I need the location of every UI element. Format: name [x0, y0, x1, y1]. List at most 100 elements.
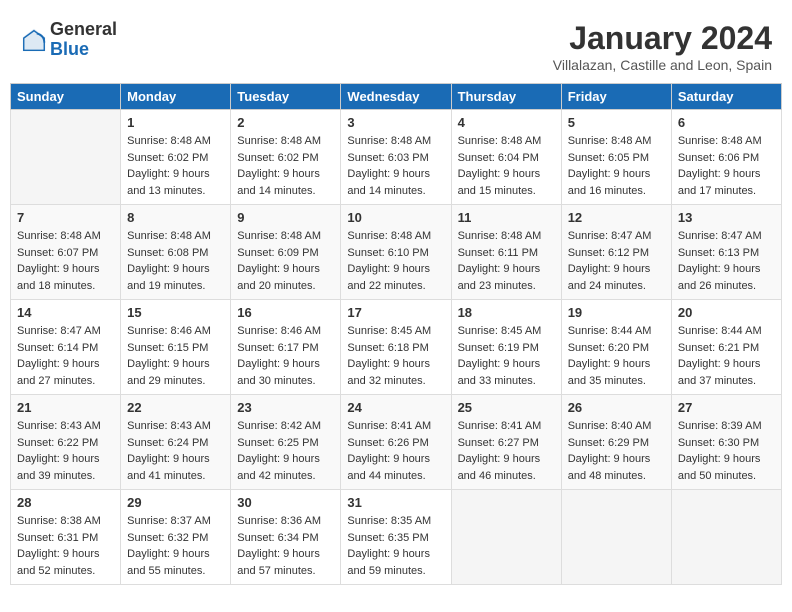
- day-number: 4: [458, 115, 555, 130]
- sunset-text: Sunset: 6:08 PM: [127, 247, 208, 259]
- calendar-cell: 20 Sunrise: 8:44 AM Sunset: 6:21 PM Dayl…: [671, 300, 781, 395]
- day-info: Sunrise: 8:39 AM Sunset: 6:30 PM Dayligh…: [678, 418, 775, 484]
- daylight-text: Daylight: 9 hours and 32 minutes.: [347, 358, 430, 387]
- daylight-text: Daylight: 9 hours and 33 minutes.: [458, 358, 541, 387]
- day-number: 25: [458, 400, 555, 415]
- location-title: Villalazan, Castille and Leon, Spain: [553, 57, 772, 73]
- sunrise-text: Sunrise: 8:47 AM: [678, 230, 762, 242]
- calendar-cell: 18 Sunrise: 8:45 AM Sunset: 6:19 PM Dayl…: [451, 300, 561, 395]
- day-info: Sunrise: 8:48 AM Sunset: 6:07 PM Dayligh…: [17, 228, 114, 294]
- day-number: 28: [17, 495, 114, 510]
- calendar-cell: 10 Sunrise: 8:48 AM Sunset: 6:10 PM Dayl…: [341, 205, 451, 300]
- sunset-text: Sunset: 6:07 PM: [17, 247, 98, 259]
- logo-icon: [20, 26, 48, 54]
- calendar-cell: 17 Sunrise: 8:45 AM Sunset: 6:18 PM Dayl…: [341, 300, 451, 395]
- day-info: Sunrise: 8:48 AM Sunset: 6:09 PM Dayligh…: [237, 228, 334, 294]
- daylight-text: Daylight: 9 hours and 55 minutes.: [127, 548, 210, 577]
- calendar-cell: 4 Sunrise: 8:48 AM Sunset: 6:04 PM Dayli…: [451, 110, 561, 205]
- day-number: 2: [237, 115, 334, 130]
- sunset-text: Sunset: 6:32 PM: [127, 532, 208, 544]
- sunset-text: Sunset: 6:12 PM: [568, 247, 649, 259]
- sunset-text: Sunset: 6:30 PM: [678, 437, 759, 449]
- daylight-text: Daylight: 9 hours and 19 minutes.: [127, 263, 210, 292]
- daylight-text: Daylight: 9 hours and 57 minutes.: [237, 548, 320, 577]
- day-number: 9: [237, 210, 334, 225]
- daylight-text: Daylight: 9 hours and 50 minutes.: [678, 453, 761, 482]
- sunset-text: Sunset: 6:26 PM: [347, 437, 428, 449]
- calendar-cell: [671, 490, 781, 585]
- sunset-text: Sunset: 6:21 PM: [678, 342, 759, 354]
- calendar-cell: 14 Sunrise: 8:47 AM Sunset: 6:14 PM Dayl…: [11, 300, 121, 395]
- sunrise-text: Sunrise: 8:41 AM: [347, 420, 431, 432]
- sunrise-text: Sunrise: 8:44 AM: [678, 325, 762, 337]
- sunrise-text: Sunrise: 8:48 AM: [458, 135, 542, 147]
- sunrise-text: Sunrise: 8:48 AM: [237, 230, 321, 242]
- daylight-text: Daylight: 9 hours and 44 minutes.: [347, 453, 430, 482]
- day-number: 11: [458, 210, 555, 225]
- day-number: 18: [458, 305, 555, 320]
- calendar-cell: 29 Sunrise: 8:37 AM Sunset: 6:32 PM Dayl…: [121, 490, 231, 585]
- weekday-header-cell: Monday: [121, 84, 231, 110]
- daylight-text: Daylight: 9 hours and 18 minutes.: [17, 263, 100, 292]
- sunset-text: Sunset: 6:17 PM: [237, 342, 318, 354]
- day-number: 5: [568, 115, 665, 130]
- day-info: Sunrise: 8:47 AM Sunset: 6:13 PM Dayligh…: [678, 228, 775, 294]
- sunrise-text: Sunrise: 8:48 AM: [17, 230, 101, 242]
- sunrise-text: Sunrise: 8:48 AM: [127, 230, 211, 242]
- calendar-week-row: 14 Sunrise: 8:47 AM Sunset: 6:14 PM Dayl…: [11, 300, 782, 395]
- calendar-cell: 24 Sunrise: 8:41 AM Sunset: 6:26 PM Dayl…: [341, 395, 451, 490]
- day-number: 1: [127, 115, 224, 130]
- day-info: Sunrise: 8:36 AM Sunset: 6:34 PM Dayligh…: [237, 513, 334, 579]
- weekday-header-cell: Saturday: [671, 84, 781, 110]
- calendar-cell: [561, 490, 671, 585]
- calendar-cell: 27 Sunrise: 8:39 AM Sunset: 6:30 PM Dayl…: [671, 395, 781, 490]
- weekday-header-cell: Friday: [561, 84, 671, 110]
- calendar-cell: [451, 490, 561, 585]
- day-info: Sunrise: 8:48 AM Sunset: 6:02 PM Dayligh…: [127, 133, 224, 199]
- sunset-text: Sunset: 6:14 PM: [17, 342, 98, 354]
- sunset-text: Sunset: 6:02 PM: [237, 152, 318, 164]
- calendar-cell: 25 Sunrise: 8:41 AM Sunset: 6:27 PM Dayl…: [451, 395, 561, 490]
- day-number: 30: [237, 495, 334, 510]
- daylight-text: Daylight: 9 hours and 59 minutes.: [347, 548, 430, 577]
- sunset-text: Sunset: 6:04 PM: [458, 152, 539, 164]
- calendar-cell: 15 Sunrise: 8:46 AM Sunset: 6:15 PM Dayl…: [121, 300, 231, 395]
- day-info: Sunrise: 8:37 AM Sunset: 6:32 PM Dayligh…: [127, 513, 224, 579]
- sunset-text: Sunset: 6:35 PM: [347, 532, 428, 544]
- daylight-text: Daylight: 9 hours and 13 minutes.: [127, 168, 210, 197]
- calendar-cell: 31 Sunrise: 8:35 AM Sunset: 6:35 PM Dayl…: [341, 490, 451, 585]
- sunset-text: Sunset: 6:24 PM: [127, 437, 208, 449]
- calendar-cell: 3 Sunrise: 8:48 AM Sunset: 6:03 PM Dayli…: [341, 110, 451, 205]
- calendar-cell: 8 Sunrise: 8:48 AM Sunset: 6:08 PM Dayli…: [121, 205, 231, 300]
- daylight-text: Daylight: 9 hours and 46 minutes.: [458, 453, 541, 482]
- sunset-text: Sunset: 6:34 PM: [237, 532, 318, 544]
- day-number: 24: [347, 400, 444, 415]
- sunrise-text: Sunrise: 8:48 AM: [347, 230, 431, 242]
- sunrise-text: Sunrise: 8:43 AM: [17, 420, 101, 432]
- sunset-text: Sunset: 6:15 PM: [127, 342, 208, 354]
- sunset-text: Sunset: 6:06 PM: [678, 152, 759, 164]
- logo-text: General Blue: [50, 20, 117, 60]
- weekday-header-cell: Thursday: [451, 84, 561, 110]
- calendar-cell: 2 Sunrise: 8:48 AM Sunset: 6:02 PM Dayli…: [231, 110, 341, 205]
- weekday-header-cell: Sunday: [11, 84, 121, 110]
- day-number: 29: [127, 495, 224, 510]
- day-info: Sunrise: 8:38 AM Sunset: 6:31 PM Dayligh…: [17, 513, 114, 579]
- sunrise-text: Sunrise: 8:48 AM: [458, 230, 542, 242]
- daylight-text: Daylight: 9 hours and 52 minutes.: [17, 548, 100, 577]
- day-number: 20: [678, 305, 775, 320]
- day-number: 8: [127, 210, 224, 225]
- calendar-cell: 13 Sunrise: 8:47 AM Sunset: 6:13 PM Dayl…: [671, 205, 781, 300]
- calendar-cell: 23 Sunrise: 8:42 AM Sunset: 6:25 PM Dayl…: [231, 395, 341, 490]
- sunrise-text: Sunrise: 8:47 AM: [568, 230, 652, 242]
- sunrise-text: Sunrise: 8:42 AM: [237, 420, 321, 432]
- day-info: Sunrise: 8:48 AM Sunset: 6:10 PM Dayligh…: [347, 228, 444, 294]
- calendar-cell: 1 Sunrise: 8:48 AM Sunset: 6:02 PM Dayli…: [121, 110, 231, 205]
- day-info: Sunrise: 8:44 AM Sunset: 6:20 PM Dayligh…: [568, 323, 665, 389]
- daylight-text: Daylight: 9 hours and 26 minutes.: [678, 263, 761, 292]
- day-info: Sunrise: 8:48 AM Sunset: 6:11 PM Dayligh…: [458, 228, 555, 294]
- sunrise-text: Sunrise: 8:41 AM: [458, 420, 542, 432]
- day-info: Sunrise: 8:43 AM Sunset: 6:22 PM Dayligh…: [17, 418, 114, 484]
- sunset-text: Sunset: 6:18 PM: [347, 342, 428, 354]
- sunrise-text: Sunrise: 8:36 AM: [237, 515, 321, 527]
